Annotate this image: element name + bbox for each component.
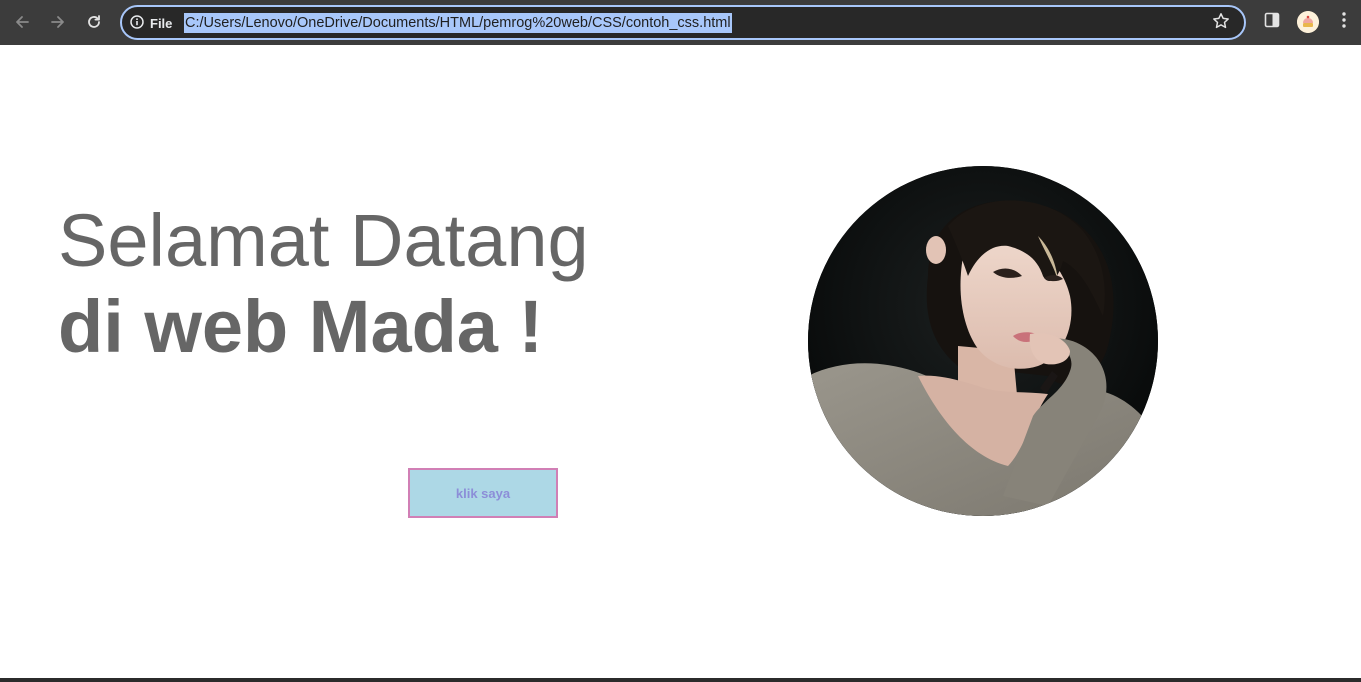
- reload-button[interactable]: [80, 8, 108, 36]
- star-icon: [1212, 12, 1230, 35]
- back-button[interactable]: [8, 8, 36, 36]
- info-circle-icon: [130, 14, 144, 32]
- forward-button[interactable]: [44, 8, 72, 36]
- profile-button[interactable]: [1297, 11, 1319, 33]
- reload-icon: [85, 13, 103, 31]
- welcome-heading-line2: di web Mada !: [58, 285, 544, 368]
- bookmark-button[interactable]: [1210, 12, 1232, 34]
- url-text[interactable]: C:/Users/Lenovo/OneDrive/Documents/HTML/…: [184, 13, 732, 33]
- side-panel-icon: [1264, 12, 1280, 33]
- browser-toolbar: File C:/Users/Lenovo/OneDrive/Documents/…: [0, 0, 1361, 45]
- profile-photo: [808, 166, 1158, 516]
- page-content: Selamat Datang di web Mada ! klik saya: [0, 45, 1361, 678]
- side-panel-button[interactable]: [1260, 10, 1284, 34]
- welcome-heading: Selamat Datang di web Mada !: [58, 198, 589, 370]
- arrow-left-icon: [13, 13, 31, 31]
- browser-menu-button[interactable]: [1334, 10, 1354, 34]
- arrow-right-icon: [49, 13, 67, 31]
- avatar-icon: [1297, 11, 1319, 33]
- vertical-dots-icon: [1342, 11, 1346, 33]
- klik-saya-button[interactable]: klik saya: [408, 468, 558, 518]
- bottom-border: [0, 678, 1361, 682]
- address-bar[interactable]: File C:/Users/Lenovo/OneDrive/Documents/…: [120, 5, 1246, 40]
- site-info-label: File: [150, 15, 173, 31]
- site-info-button[interactable]: File: [130, 13, 172, 33]
- welcome-heading-line1: Selamat Datang: [58, 199, 589, 282]
